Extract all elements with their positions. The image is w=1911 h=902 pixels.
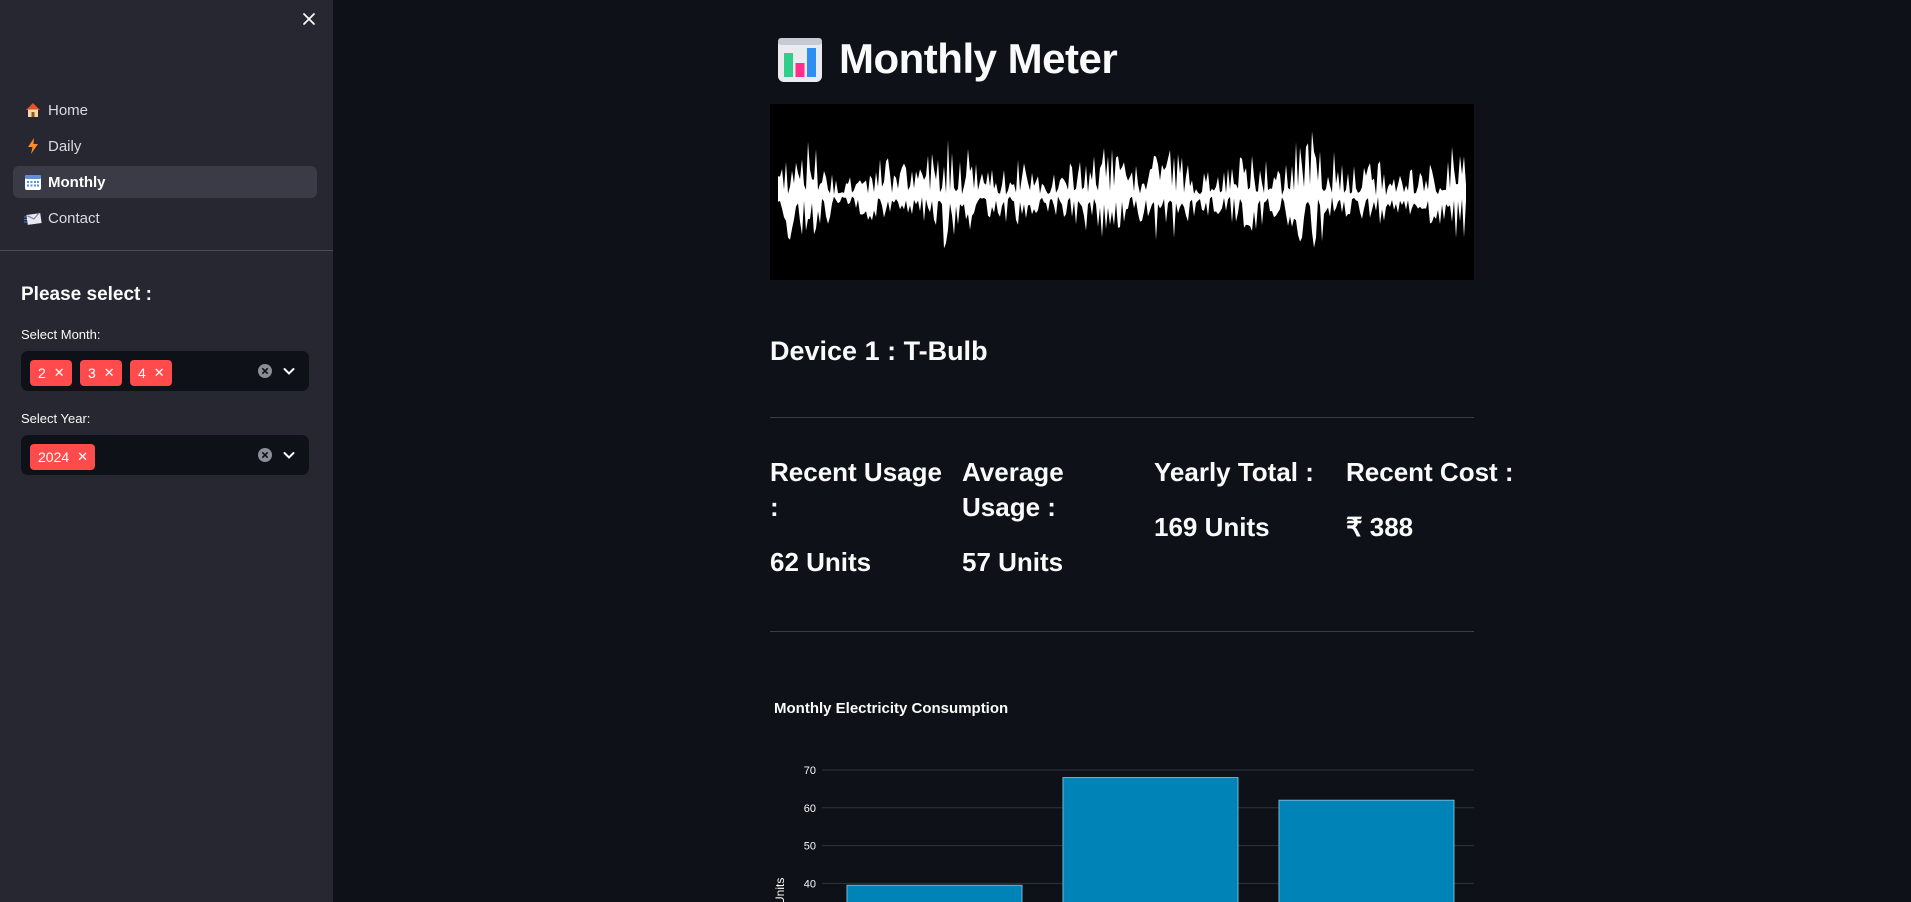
close-icon [303, 13, 315, 25]
monthly-consumption-chart: 70 60 50 40 Units [773, 765, 1474, 902]
month-chip[interactable]: 2 ✕ [30, 360, 72, 386]
sound-wave-image [770, 104, 1474, 280]
sidebar: Home Daily Monthly Contact Please select… [0, 0, 333, 902]
chart-bar[interactable] [1278, 799, 1455, 902]
metric-label: Average Usage : [962, 457, 1064, 522]
chart-title: Monthly Electricity Consumption [774, 700, 1009, 717]
select-month-label: Select Month: [21, 327, 101, 342]
chevron-down-icon[interactable] [281, 363, 297, 379]
y-tick-label: 70 [804, 765, 816, 777]
sidebar-item-label: Monthly [48, 173, 106, 191]
remove-chip-icon[interactable]: ✕ [77, 449, 88, 465]
metric-recent-usage: Recent Usage : 62 Units [770, 455, 950, 578]
chart-bar[interactable] [846, 884, 1023, 902]
sidebar-item-contact[interactable]: Contact [13, 202, 317, 234]
metric-yearly-total: Yearly Total : 169 Units [1154, 455, 1334, 543]
y-tick-label: 50 [804, 841, 816, 853]
waveform-path [778, 131, 1466, 249]
chart-bar[interactable] [1062, 777, 1239, 902]
page-title: Monthly Meter [839, 35, 1118, 82]
metric-recent-cost: Recent Cost : ₹ 388 [1346, 455, 1526, 543]
metric-value: 62 Units [770, 547, 872, 577]
remove-chip-icon[interactable]: ✕ [54, 365, 65, 381]
metric-label: Recent Cost : [1346, 457, 1514, 487]
year-chip[interactable]: 2024 ✕ [30, 444, 96, 470]
month-multiselect[interactable]: 2 ✕ 3 ✕ 4 ✕ [21, 351, 309, 391]
month-chip[interactable]: 3 ✕ [80, 360, 122, 386]
y-tick-label: 40 [804, 878, 816, 890]
sidebar-item-label: Contact [48, 209, 100, 227]
sidebar-item-home[interactable]: Home [13, 94, 317, 126]
divider [770, 631, 1474, 632]
metric-average-usage: Average Usage : 57 Units [962, 455, 1142, 578]
clear-all-icon[interactable] [257, 363, 273, 379]
house-icon [24, 101, 42, 119]
remove-chip-icon[interactable]: ✕ [104, 365, 115, 381]
chip-label: 4 [138, 365, 146, 381]
sidebar-item-daily[interactable]: Daily [13, 130, 317, 162]
divider [770, 417, 1474, 418]
sidebar-item-monthly[interactable]: Monthly [13, 166, 317, 198]
y-axis-label: Units [773, 878, 787, 902]
year-multiselect[interactable]: 2024 ✕ [21, 435, 309, 475]
metric-value: ₹ 388 [1346, 512, 1414, 542]
remove-chip-icon[interactable]: ✕ [154, 365, 165, 381]
metric-label: Yearly Total : [1154, 457, 1314, 487]
lightning-icon [24, 137, 42, 155]
please-select-heading: Please select : [21, 284, 152, 305]
chip-label: 2024 [38, 449, 70, 465]
device-title: Device 1 : T-Bulb [770, 336, 988, 366]
chip-label: 3 [88, 365, 96, 381]
sidebar-divider [0, 250, 333, 251]
waveform-graphic [778, 131, 1466, 249]
month-chip[interactable]: 4 ✕ [130, 360, 172, 386]
envelope-icon [24, 209, 42, 227]
metric-label: Recent Usage : [770, 457, 942, 522]
y-tick-label: 60 [804, 803, 816, 815]
metric-value: 169 Units [1154, 512, 1270, 542]
sidebar-nav: Home Daily Monthly Contact [13, 94, 317, 238]
clear-all-icon[interactable] [257, 447, 273, 463]
close-sidebar-button[interactable] [298, 8, 320, 30]
chip-label: 2 [38, 365, 46, 381]
sidebar-item-label: Daily [48, 137, 82, 155]
bar-chart-icon [778, 38, 822, 82]
sidebar-item-label: Home [48, 101, 89, 119]
chevron-down-icon[interactable] [281, 447, 297, 463]
calendar-icon [24, 173, 42, 191]
metric-value: 57 Units [962, 547, 1064, 577]
select-year-label: Select Year: [21, 411, 91, 426]
